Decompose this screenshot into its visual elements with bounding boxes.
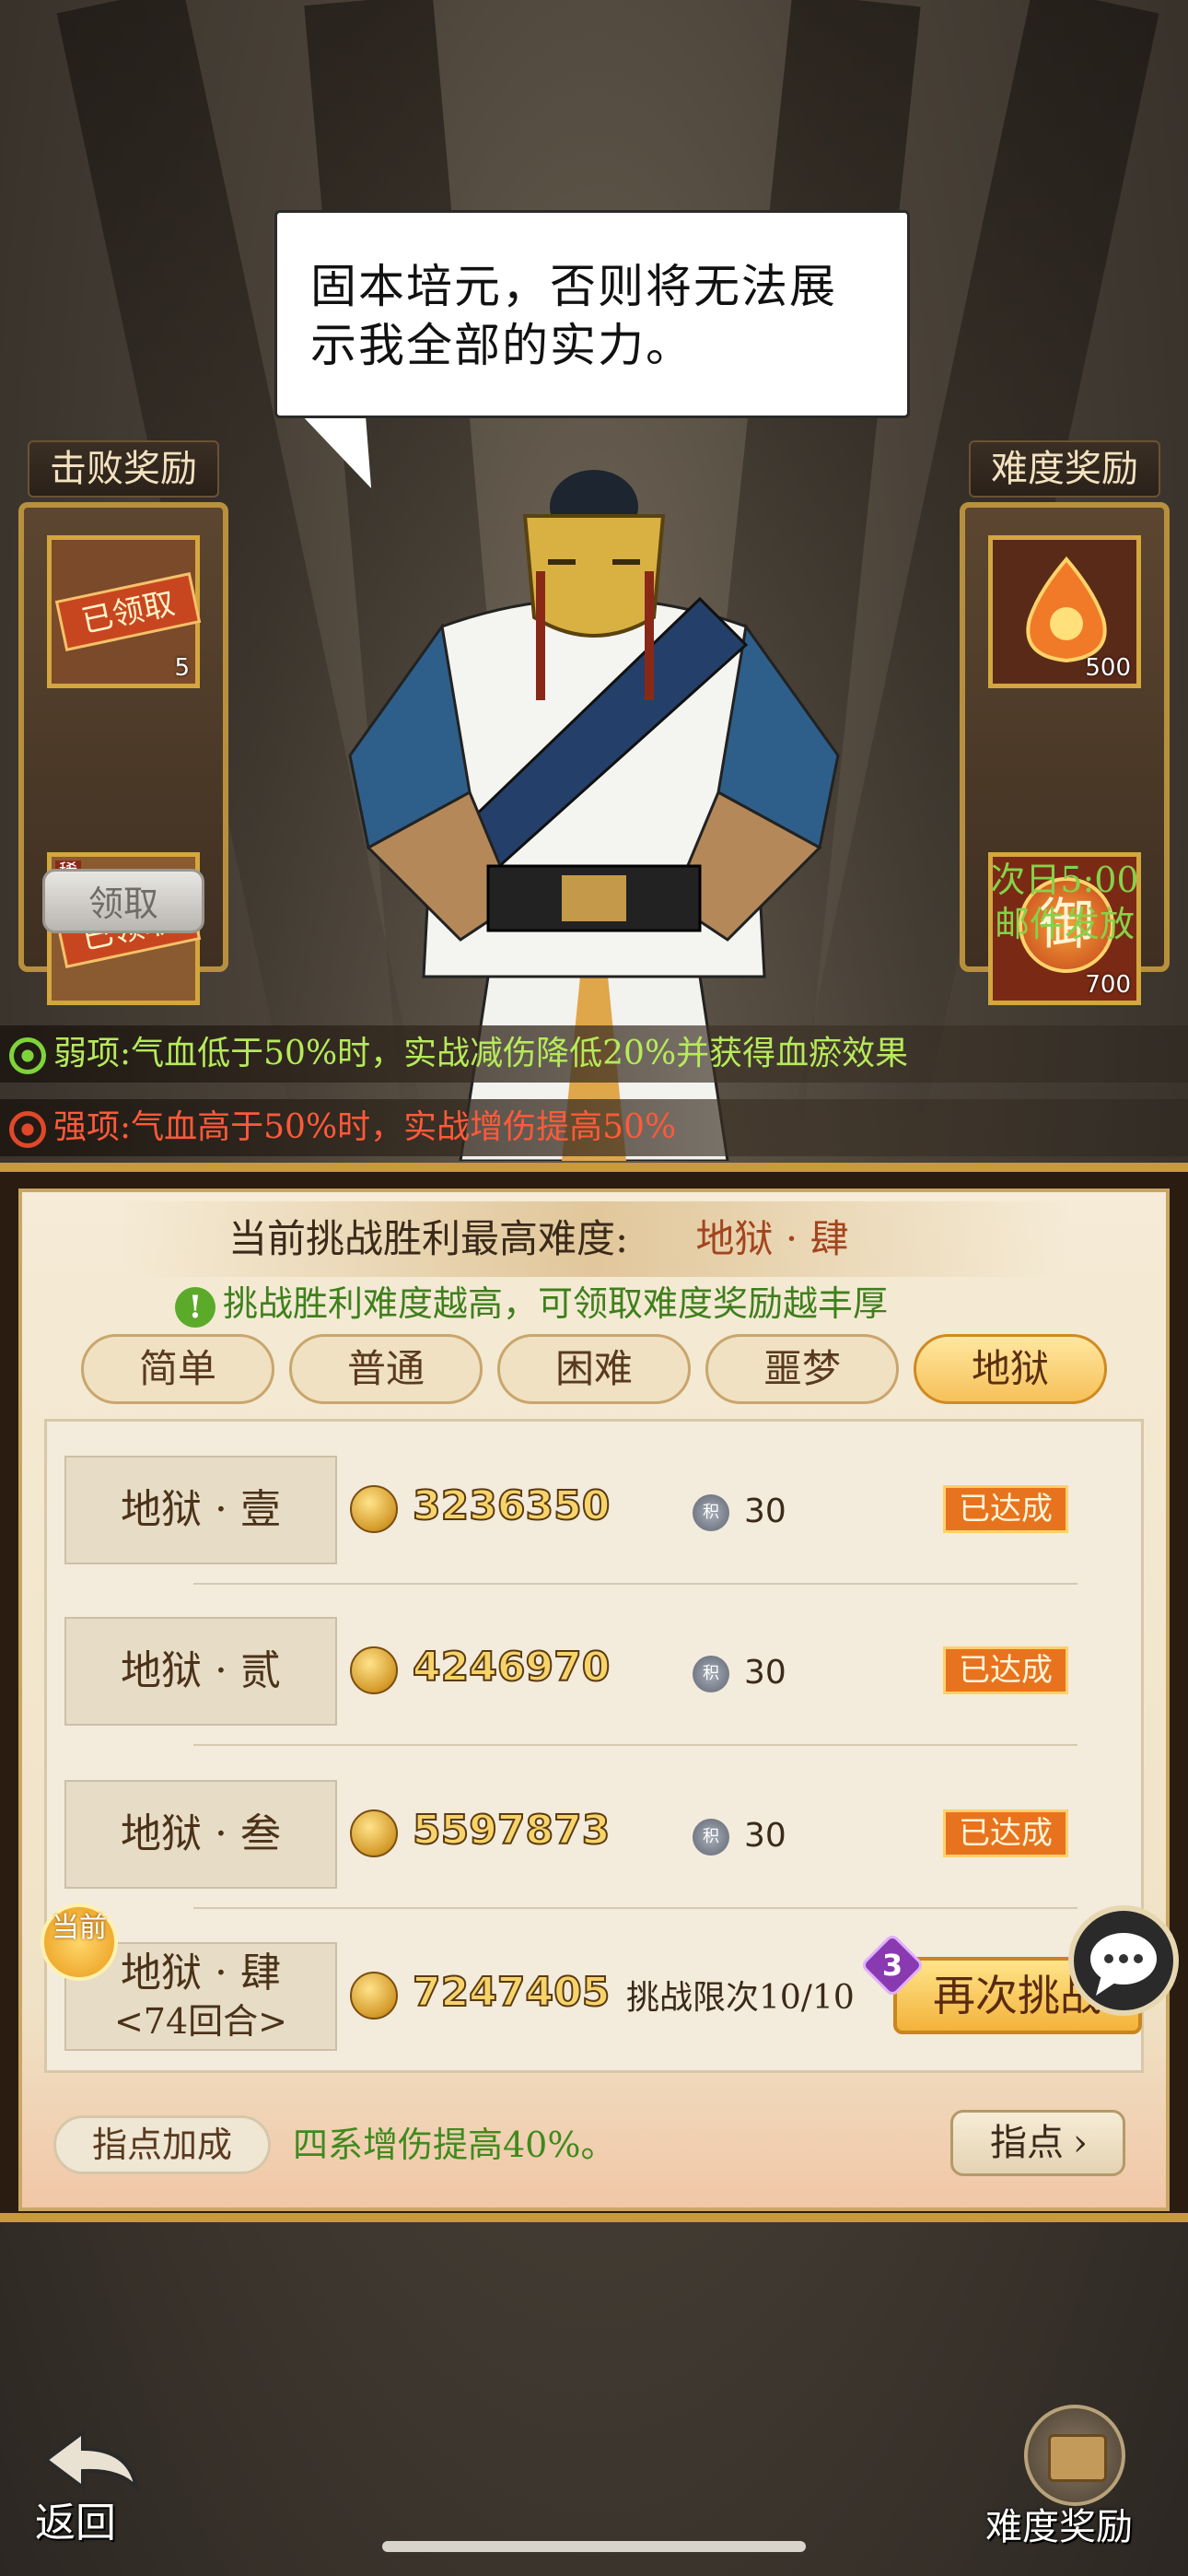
coin-icon [350,1646,398,1694]
target-icon [9,1037,46,1074]
guidance-button[interactable]: 指点 › [950,2110,1125,2176]
level-row: 地狱 · 叁 5597873 积 30 已达成 [64,1762,1124,1900]
difficulty-rewards-panel: 500 御 700 次日5:00 邮件发放 [960,502,1170,1005]
current-level-rounds: <74回合> [113,2001,288,2042]
difficulty-reward-button[interactable]: 难度奖励 [976,2405,1160,2552]
completed-badge: 已达成 [943,1809,1068,1857]
highest-difficulty-label: 当前挑战胜利最高难度: [228,1216,629,1261]
tab-hell[interactable]: 地狱 [914,1334,1107,1404]
completed-badge: 已达成 [943,1485,1068,1533]
level-row: 地狱 · 壹 3236350 积 30 已达成 [64,1437,1124,1575]
row-divider [193,1907,1077,1909]
level-score: 5597873 [412,1806,611,1855]
token-icon: 积 [693,1819,729,1856]
home-indicator[interactable] [382,2541,806,2552]
level-name: 地狱 · 壹 [64,1456,337,1564]
chevron-right-icon: › [1073,2122,1088,2164]
token-count: 30 [744,1817,786,1855]
difficulty-rewards-title: 难度奖励 [969,440,1160,498]
defeat-rewards-title: 击败奖励 [28,440,219,498]
claimed-stamp: 已领取 [54,572,202,651]
highest-difficulty-value: 地狱 · 肆 [695,1216,849,1261]
tab-nightmare[interactable]: 噩梦 [705,1334,899,1404]
weakness-bar: 弱项:气血低于50%时，实战减伤降低20%并获得血瘀效果 [0,1025,1188,1083]
strength-text: 强项:气血高于50%时，实战增伤提高50% [53,1108,677,1146]
difficulty-reward-label: 难度奖励 [985,2506,1133,2548]
tab-easy[interactable]: 简单 [81,1334,274,1404]
highest-difficulty-banner: 当前挑战胜利最高难度: 地狱 · 肆 [120,1201,1068,1277]
level-row: 地狱 · 贰 4246970 积 30 已达成 [64,1598,1124,1737]
row-divider [193,1583,1077,1585]
back-button[interactable]: 返回 [28,2423,157,2547]
guidance-label: 指点加成 [53,2115,271,2174]
coin-icon [350,1972,398,2020]
level-score: 4246970 [412,1643,611,1692]
coin-icon [350,1809,398,1857]
token-icon: 积 [693,1494,729,1531]
target-icon [9,1111,46,1148]
difficulty-tip: ! 挑战胜利难度越高，可领取难度奖励越丰厚 [175,1281,888,1328]
challenge-limit: 挑战限次10/10 [626,1979,855,2017]
current-level-row: 地狱 · 肆 <74回合> 7247405 挑战限次10/10 再次挑战 3 [64,1924,1142,2062]
defeat-reward-slot[interactable]: 已领取 5 [47,535,202,688]
back-arrow-icon [42,2429,140,2494]
speech-text: 固本培元，否则将无法展示我全部的实力。 [310,260,837,372]
difficulty-reward-slot[interactable]: 500 [988,535,1141,688]
level-score: 7247405 [412,1968,611,2017]
strength-bar: 强项:气血高于50%时，实战增伤提高50% [0,1099,1188,1156]
weakness-text: 弱项:气血低于50%时，实战减伤降低20%并获得血瘀效果 [53,1035,909,1072]
completed-badge: 已达成 [943,1646,1068,1694]
claim-button[interactable]: 领取 [42,869,204,933]
delivery-note: 次日5:00 邮件发放 [965,858,1164,946]
level-name: 地狱 · 贰 [64,1617,337,1726]
tip-text: 挑战胜利难度越高，可领取难度奖励越丰厚 [223,1283,889,1324]
tab-normal[interactable]: 普通 [289,1334,483,1404]
row-divider [193,1744,1077,1746]
token-icon: 积 [693,1656,729,1692]
reward-count: 5 [174,654,190,682]
current-badge: 当前 [41,1903,118,1981]
flame-icon [1026,556,1107,663]
retry-count: 3 [881,1948,903,1983]
chat-button[interactable] [1068,1905,1179,2016]
coin-icon [350,1485,398,1533]
info-icon: ! [175,1286,215,1328]
level-score: 3236350 [412,1481,611,1530]
chat-icon [1090,1933,1157,1996]
chest-icon [1024,2405,1125,2506]
defeat-rewards-panel: 已领取 5 稀有 已领取 领取 [18,502,228,1005]
delivery-method: 邮件发放 [994,904,1135,944]
reward-count: 700 [1085,971,1131,999]
level-name: 地狱 · 叁 [64,1780,337,1889]
back-label: 返回 [35,2500,116,2547]
guidance-button-label: 指点 [990,2122,1064,2164]
token-count: 30 [744,1654,786,1692]
delivery-time: 次日5:00 [990,860,1139,900]
guidance-text: 四系增伤提高40%。 [293,2125,616,2165]
tab-hard[interactable]: 困难 [497,1334,691,1404]
speech-bubble: 固本培元，否则将无法展示我全部的实力。 [274,210,910,418]
token-count: 30 [744,1493,786,1530]
reward-count: 500 [1085,654,1131,682]
